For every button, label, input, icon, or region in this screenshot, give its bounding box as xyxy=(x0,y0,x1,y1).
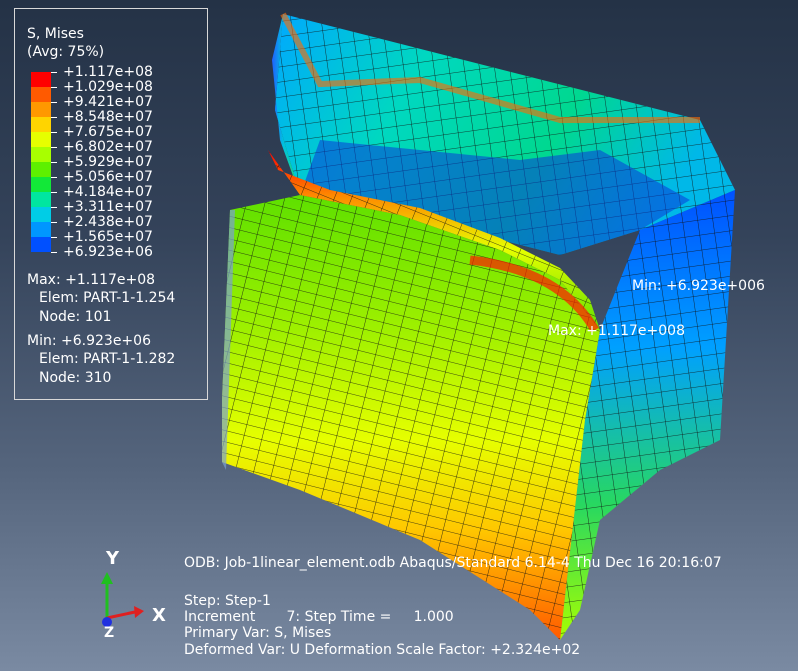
deformed-var-label: Deformed Var: U Deformation Scale Factor… xyxy=(184,642,581,658)
odb-info-line: ODB: Job-1linear_element.odb Abaqus/Stan… xyxy=(184,555,722,571)
triad-z-label: Z xyxy=(104,625,115,641)
increment-label: Increment 7: Step Time = 1.000 xyxy=(184,609,454,625)
triad-y-label: Y xyxy=(106,548,120,569)
step-label: Step: Step-1 xyxy=(184,593,271,609)
triad-x-label: X xyxy=(152,605,166,626)
primary-var-label: Primary Var: S, Mises xyxy=(184,625,332,641)
min-marker-label: Min: +6.923e+006 xyxy=(632,278,765,294)
triad-arrows-icon xyxy=(101,572,144,627)
max-marker-label: Max: +1.117e+008 xyxy=(548,323,685,339)
right-face xyxy=(560,190,735,640)
